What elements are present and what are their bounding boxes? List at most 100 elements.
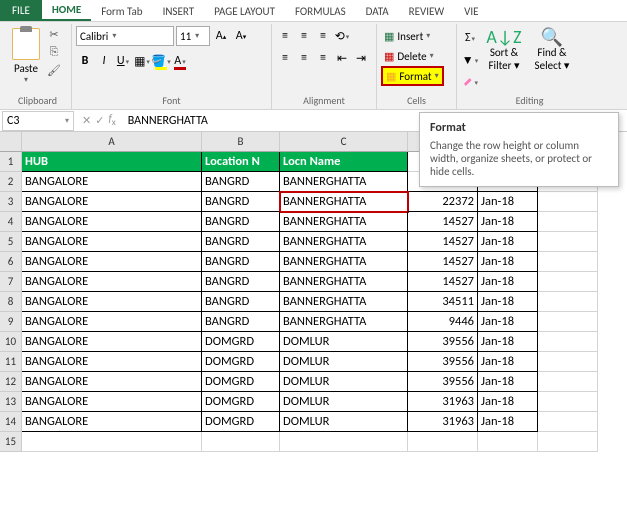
cell[interactable] (538, 352, 598, 372)
indent-increase-icon[interactable]: ⇥ (352, 48, 370, 68)
cell[interactable]: 14527 (408, 212, 478, 232)
cell[interactable] (538, 372, 598, 392)
tab-insert[interactable]: INSERT (153, 2, 205, 21)
row-header[interactable]: 7 (0, 272, 22, 292)
align-bottom-icon[interactable]: ≡ (314, 26, 332, 46)
cell[interactable]: BANGALORE (22, 272, 202, 292)
cell[interactable]: 9446 (408, 312, 478, 332)
row-header[interactable]: 12 (0, 372, 22, 392)
align-left-icon[interactable]: ≡ (276, 48, 294, 68)
cell[interactable]: DOMLUR (280, 352, 408, 372)
format-cells-button[interactable]: ▦Format▾ (381, 66, 444, 86)
row-header[interactable]: 4 (0, 212, 22, 232)
cell[interactable]: BANNERGHATTA (280, 172, 408, 192)
cell[interactable] (538, 292, 598, 312)
cell[interactable]: BANGRD (202, 292, 280, 312)
cell[interactable]: BANGALORE (22, 372, 202, 392)
cell[interactable]: 14527 (408, 272, 478, 292)
cell[interactable]: Jan-18 (478, 392, 538, 412)
column-header[interactable]: A (22, 132, 202, 152)
cell[interactable]: 39556 (408, 372, 478, 392)
cell[interactable]: 31963 (408, 392, 478, 412)
italic-button[interactable]: I (95, 51, 113, 71)
cell[interactable]: DOMLUR (280, 412, 408, 432)
copy-icon[interactable]: ⎘ (46, 44, 62, 60)
cell[interactable]: Jan-18 (478, 212, 538, 232)
cell[interactable]: DOMLUR (280, 392, 408, 412)
cell[interactable]: BANGALORE (22, 192, 202, 212)
cell[interactable]: 39556 (408, 332, 478, 352)
fill-button[interactable]: ▼ (461, 50, 479, 70)
cell[interactable] (538, 212, 598, 232)
insert-cells-button[interactable]: ▦Insert▾ (381, 26, 444, 46)
cell[interactable]: BANGALORE (22, 292, 202, 312)
cell[interactable]: DOMGRD (202, 332, 280, 352)
cell[interactable]: BANGRD (202, 232, 280, 252)
cell[interactable]: BANGALORE (22, 312, 202, 332)
cell[interactable] (538, 332, 598, 352)
cell[interactable]: Jan-18 (478, 192, 538, 212)
cell[interactable]: Jan-18 (478, 412, 538, 432)
cell[interactable]: BANGALORE (22, 332, 202, 352)
cell[interactable]: Jan-18 (478, 352, 538, 372)
cell[interactable]: BANNERGHATTA (280, 192, 408, 212)
row-header[interactable]: 11 (0, 352, 22, 372)
bold-button[interactable]: B (76, 51, 94, 71)
cell[interactable]: BANGALORE (22, 412, 202, 432)
enter-icon[interactable]: ✓ (95, 114, 104, 127)
row-header[interactable]: 10 (0, 332, 22, 352)
cut-icon[interactable]: ✂ (46, 26, 62, 42)
cell[interactable]: Jan-18 (478, 232, 538, 252)
cell[interactable]: BANNERGHATTA (280, 312, 408, 332)
sort-filter-button[interactable]: A↓Z Sort & Filter ▾ (481, 26, 527, 72)
delete-cells-button[interactable]: ▦Delete▾ (381, 46, 444, 66)
row-header[interactable]: 14 (0, 412, 22, 432)
shrink-font-icon[interactable]: A▾ (232, 26, 250, 46)
cell[interactable]: Jan-18 (478, 312, 538, 332)
align-center-icon[interactable]: ≡ (295, 48, 313, 68)
cell[interactable]: BANGRD (202, 272, 280, 292)
cell[interactable]: BANGALORE (22, 172, 202, 192)
align-middle-icon[interactable]: ≡ (295, 26, 313, 46)
format-painter-icon[interactable]: 🖌 (46, 62, 62, 78)
cell[interactable]: DOMLUR (280, 372, 408, 392)
cell[interactable]: DOMGRD (202, 392, 280, 412)
formula-input[interactable]: BANNERGHATTA (122, 114, 208, 128)
cell[interactable] (22, 432, 202, 452)
name-box[interactable]: C3▾ (2, 111, 74, 131)
cell[interactable]: BANGRD (202, 192, 280, 212)
cell[interactable]: 14527 (408, 232, 478, 252)
row-header[interactable]: 5 (0, 232, 22, 252)
cell[interactable]: 31963 (408, 412, 478, 432)
cell[interactable]: Locn Name (280, 152, 408, 172)
cell[interactable]: Jan-18 (478, 252, 538, 272)
cell[interactable] (280, 432, 408, 452)
cell[interactable] (538, 432, 598, 452)
row-header[interactable]: 1 (0, 152, 22, 172)
find-select-button[interactable]: 🔍 Find & Select ▾ (529, 26, 575, 72)
tab-formtab[interactable]: Form Tab (91, 2, 152, 21)
cell[interactable]: BANGALORE (22, 232, 202, 252)
font-name-combo[interactable]: Calibri▾ (76, 26, 174, 46)
cell[interactable]: Jan-18 (478, 272, 538, 292)
cell[interactable]: BANGRD (202, 312, 280, 332)
tab-view[interactable]: VIE (454, 2, 488, 21)
fill-color-button[interactable]: 🪣 (152, 51, 170, 71)
cell[interactable]: BANGRD (202, 172, 280, 192)
cell[interactable] (538, 392, 598, 412)
cell[interactable]: BANNERGHATTA (280, 252, 408, 272)
cell[interactable]: DOMGRD (202, 352, 280, 372)
cell[interactable]: DOMLUR (280, 332, 408, 352)
paste-button[interactable]: Paste ▾ (8, 26, 44, 85)
cancel-icon[interactable]: ✕ (82, 114, 91, 127)
column-header[interactable]: B (202, 132, 280, 152)
cell[interactable] (538, 192, 598, 212)
cell[interactable]: DOMGRD (202, 372, 280, 392)
cell[interactable]: BANGALORE (22, 352, 202, 372)
align-right-icon[interactable]: ≡ (314, 48, 332, 68)
tab-data[interactable]: DATA (356, 2, 399, 21)
cell[interactable] (538, 252, 598, 272)
cell[interactable]: BANNERGHATTA (280, 232, 408, 252)
tab-pagelayout[interactable]: PAGE LAYOUT (204, 2, 285, 21)
cell[interactable]: Jan-18 (478, 332, 538, 352)
